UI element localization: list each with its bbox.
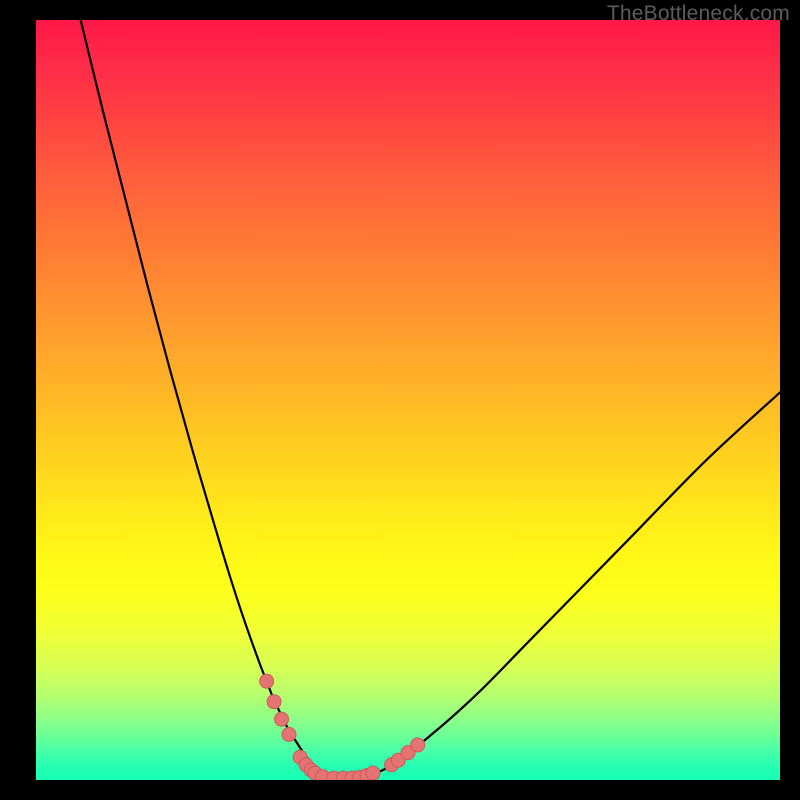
curve-layer [36, 20, 780, 780]
curve-marker [267, 695, 281, 709]
chart-frame: TheBottleneck.com [0, 0, 800, 800]
bottleneck-curve [81, 20, 780, 780]
curve-marker [260, 674, 274, 688]
plot-area [36, 20, 780, 780]
curve-marker [282, 727, 296, 741]
curve-marker [366, 766, 380, 780]
watermark-label: TheBottleneck.com [607, 2, 790, 26]
curve-markers [260, 674, 425, 780]
curve-marker [411, 738, 425, 752]
curve-marker [275, 712, 289, 726]
